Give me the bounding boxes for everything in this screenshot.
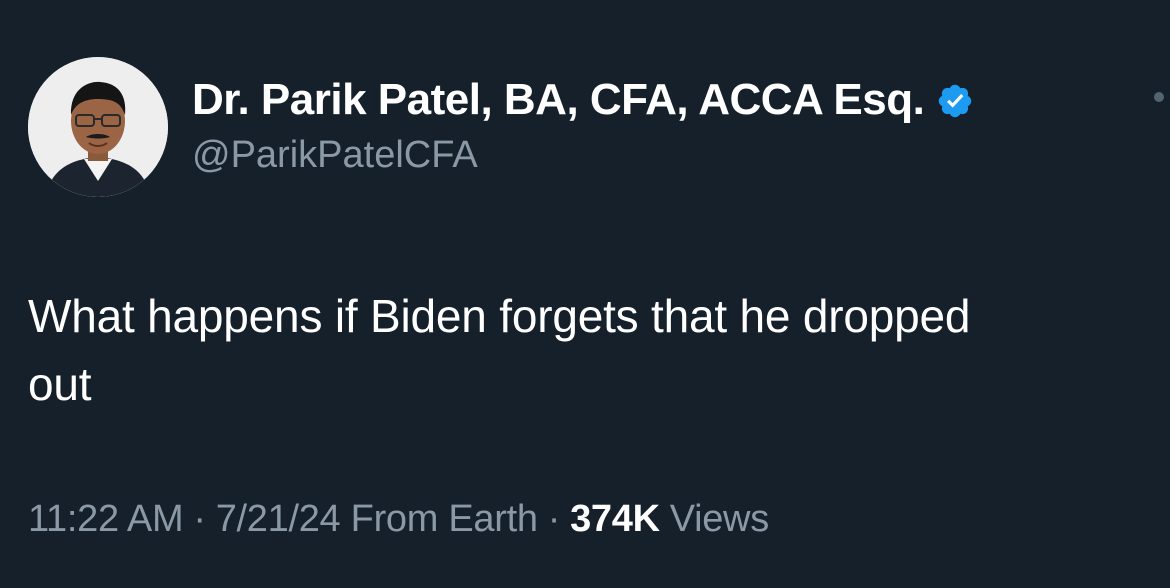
avatar[interactable] [28,57,168,197]
handle[interactable]: @ParikPatelCFA [192,134,1090,177]
more-options-icon[interactable] [1154,92,1164,102]
tweet-text: What happens if Biden forgets that he dr… [28,282,1153,418]
tweet-card: Dr. Parik Patel, BA, CFA, ACCA Esq. @Par… [0,0,1170,588]
tweet-meta: 11:22 AM · 7/21/24 From Earth · 374K Views [28,498,769,541]
verified-badge-icon[interactable] [936,82,974,120]
tweet-text-line: What happens if Biden forgets that he dr… [28,290,971,342]
tweet-text-line: out [28,358,92,410]
meta-separator: · [547,498,561,540]
meta-separator: · [193,498,206,540]
views-count[interactable]: 374K [570,498,660,540]
timestamp-time[interactable]: 11:22 AM [28,498,184,540]
display-name[interactable]: Dr. Parik Patel, BA, CFA, ACCA Esq. [192,75,925,125]
profile-photo-icon [28,57,168,197]
timestamp-date[interactable]: 7/21/24 [216,498,341,540]
tweet-source: From Earth [350,498,538,540]
author-block: Dr. Parik Patel, BA, CFA, ACCA Esq. @Par… [192,72,1090,177]
views-label: Views [669,498,769,540]
name-row: Dr. Parik Patel, BA, CFA, ACCA Esq. [192,72,1090,128]
